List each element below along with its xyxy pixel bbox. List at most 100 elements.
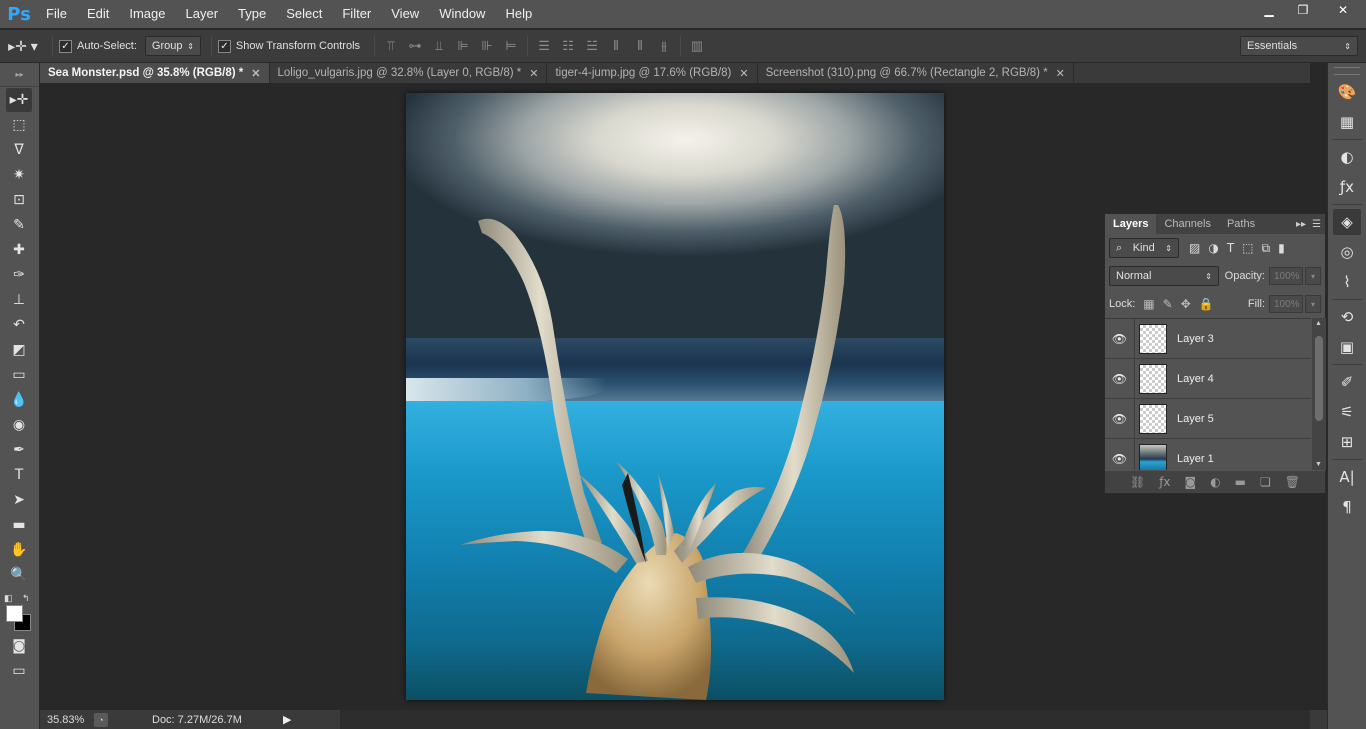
type-tool-icon[interactable]: T — [6, 463, 32, 487]
eyedropper-tool-icon[interactable]: ✎ — [6, 213, 32, 237]
menu-view[interactable]: View — [381, 0, 429, 28]
rectangle-tool-icon[interactable]: ▬ — [6, 513, 32, 537]
auto-align-icon[interactable]: ▥ — [687, 36, 707, 56]
zoom-level[interactable]: 35.83% — [40, 714, 90, 726]
eraser-tool-icon[interactable]: ◩ — [6, 338, 32, 362]
swap-colors-icon[interactable]: ↰ — [22, 593, 30, 604]
layers-panel-icon[interactable]: ◈ — [1333, 209, 1361, 235]
opacity-slider-icon[interactable]: ▾ — [1305, 267, 1321, 285]
swatches-panel-icon[interactable]: ▦ — [1333, 109, 1361, 135]
tab-layers[interactable]: Layers — [1105, 214, 1157, 234]
new-layer-icon[interactable]: ❏ — [1260, 475, 1271, 489]
link-layers-icon[interactable]: ⛓ — [1130, 475, 1145, 489]
align-top-icon[interactable]: ⫪ — [381, 36, 401, 56]
minimize-button[interactable]: ▁ — [1252, 0, 1286, 20]
distribute-right-icon[interactable]: ⫵ — [654, 36, 674, 56]
visibility-eye-icon[interactable]: 👁 — [1105, 398, 1135, 439]
distribute-middle-icon[interactable]: ⦀ — [630, 36, 650, 56]
opacity-input[interactable]: 100% — [1269, 267, 1303, 285]
scrollbar-thumb[interactable] — [1315, 336, 1323, 421]
menu-filter[interactable]: Filter — [332, 0, 381, 28]
channels-panel-icon[interactable]: ◎ — [1333, 239, 1361, 265]
distribute-center-icon[interactable]: ☷ — [558, 36, 578, 56]
tab-channels[interactable]: Channels — [1156, 214, 1218, 234]
history-panel-icon[interactable]: ⟲ — [1333, 304, 1361, 330]
blur-tool-icon[interactable]: 💧 — [6, 388, 32, 412]
document-canvas[interactable] — [406, 93, 944, 700]
styles-panel-icon[interactable]: ƒx — [1333, 174, 1361, 200]
scroll-up-icon[interactable]: ▲ — [1315, 320, 1322, 327]
dock-grip[interactable] — [1334, 67, 1360, 75]
menu-select[interactable]: Select — [276, 0, 332, 28]
magic-wand-tool-icon[interactable]: ✷ — [6, 163, 32, 187]
menu-type[interactable]: Type — [228, 0, 276, 28]
fill-slider-icon[interactable]: ▾ — [1305, 295, 1321, 313]
properties-panel-icon[interactable]: ▣ — [1333, 334, 1361, 360]
fill-input[interactable]: 100% — [1269, 295, 1303, 313]
foreground-color-swatch[interactable] — [6, 605, 23, 622]
pen-tool-icon[interactable]: ✒ — [6, 438, 32, 462]
smart-object-filter-icon[interactable]: ⧉ — [1262, 241, 1271, 256]
lock-all-icon[interactable]: 🔒 — [1199, 297, 1214, 311]
pixel-filter-icon[interactable]: ▨ — [1189, 241, 1200, 256]
paths-panel-icon[interactable]: ⌇ — [1333, 269, 1361, 295]
status-info-icon[interactable]: ◔ — [94, 712, 108, 727]
brush-presets-panel-icon[interactable]: ✐ — [1333, 369, 1361, 395]
status-menu-arrow-icon[interactable]: ▶ — [283, 713, 291, 726]
close-tab-icon[interactable]: ✕ — [529, 67, 538, 80]
distribute-top-icon[interactable]: ☰ — [534, 36, 554, 56]
auto-select-target-dropdown[interactable]: Group ⇕ — [144, 36, 201, 56]
show-transform-toggle[interactable]: ✓ Show Transform Controls — [217, 39, 360, 53]
align-bottom-icon[interactable]: ⫫ — [429, 36, 449, 56]
auto-select-checkbox[interactable]: ✓ — [59, 39, 72, 53]
tab-screenshot[interactable]: Screenshot (310).png @ 66.7% (Rectangle … — [758, 63, 1074, 83]
distribute-left-icon[interactable]: ⫴ — [606, 36, 626, 56]
dodge-tool-icon[interactable]: ◉ — [6, 413, 32, 437]
visibility-eye-icon[interactable]: 👁 — [1105, 438, 1135, 470]
layer-row[interactable]: 👁 Layer 3 — [1105, 319, 1311, 359]
move-tool-preset-icon[interactable]: ▸✛ ▾ — [0, 38, 46, 55]
workspace-dropdown[interactable]: Essentials ⇕ — [1240, 36, 1358, 56]
close-tab-icon[interactable]: ✕ — [251, 67, 260, 80]
visibility-eye-icon[interactable]: 👁 — [1105, 319, 1135, 359]
quick-mask-icon[interactable]: ◙ — [6, 634, 32, 658]
filter-kind-dropdown[interactable]: ⌕ Kind ⇕ — [1109, 238, 1179, 258]
close-tab-icon[interactable]: ✕ — [1056, 67, 1065, 80]
delete-layer-icon[interactable]: 🗑 — [1285, 475, 1300, 489]
visibility-eye-icon[interactable]: 👁 — [1105, 358, 1135, 399]
brush-panel-icon[interactable]: ⚟ — [1333, 399, 1361, 425]
new-group-icon[interactable]: ▬ — [1235, 475, 1246, 489]
align-left-icon[interactable]: ⊫ — [453, 36, 473, 56]
show-transform-checkbox[interactable]: ✓ — [217, 39, 231, 53]
align-horizontal-center-icon[interactable]: ⊪ — [477, 36, 497, 56]
toolbar-collapse-icon[interactable]: ▸▸ — [0, 63, 39, 87]
marquee-tool-icon[interactable]: ⬚ — [6, 113, 32, 137]
auto-select-toggle[interactable]: ✓ Auto-Select: — [59, 39, 137, 53]
close-button[interactable]: ✕ — [1320, 0, 1366, 20]
character-panel-icon[interactable]: A| — [1333, 464, 1361, 490]
new-adjustment-layer-icon[interactable]: ◐ — [1210, 475, 1220, 489]
type-filter-icon[interactable]: T — [1227, 241, 1234, 256]
collapse-panel-icon[interactable]: ▸▸ — [1296, 219, 1306, 230]
tab-loligo-vulgaris[interactable]: Loligo_vulgaris.jpg @ 32.8% (Layer 0, RG… — [270, 63, 548, 83]
add-mask-icon[interactable]: ◙ — [1185, 475, 1197, 489]
clone-stamp-tool-icon[interactable]: ⊥ — [6, 288, 32, 312]
menu-layer[interactable]: Layer — [176, 0, 229, 28]
layer-row[interactable]: 👁 Layer 5 — [1105, 398, 1311, 439]
tab-paths[interactable]: Paths — [1219, 214, 1263, 234]
gradient-tool-icon[interactable]: ▭ — [6, 363, 32, 387]
restore-button[interactable]: ❐ — [1286, 0, 1320, 20]
shape-filter-icon[interactable]: ⬚ — [1242, 241, 1253, 256]
layer-row[interactable]: 👁 Layer 1 — [1105, 438, 1311, 470]
lock-transparency-icon[interactable]: ▦ — [1143, 297, 1154, 311]
layer-style-icon[interactable]: ƒx — [1159, 475, 1170, 489]
panel-menu-icon[interactable]: ☰ — [1312, 219, 1321, 230]
layer-list-scrollbar[interactable]: ▲ ▼ — [1312, 318, 1326, 470]
menu-file[interactable]: File — [36, 0, 77, 28]
color-panel-icon[interactable]: 🎨 — [1333, 79, 1361, 105]
menu-help[interactable]: Help — [495, 0, 542, 28]
default-colors-icon[interactable]: ◧ — [4, 593, 13, 604]
screen-mode-icon[interactable]: ▭ — [6, 659, 32, 683]
history-brush-tool-icon[interactable]: ↶ — [6, 313, 32, 337]
distribute-bottom-icon[interactable]: ☱ — [582, 36, 602, 56]
